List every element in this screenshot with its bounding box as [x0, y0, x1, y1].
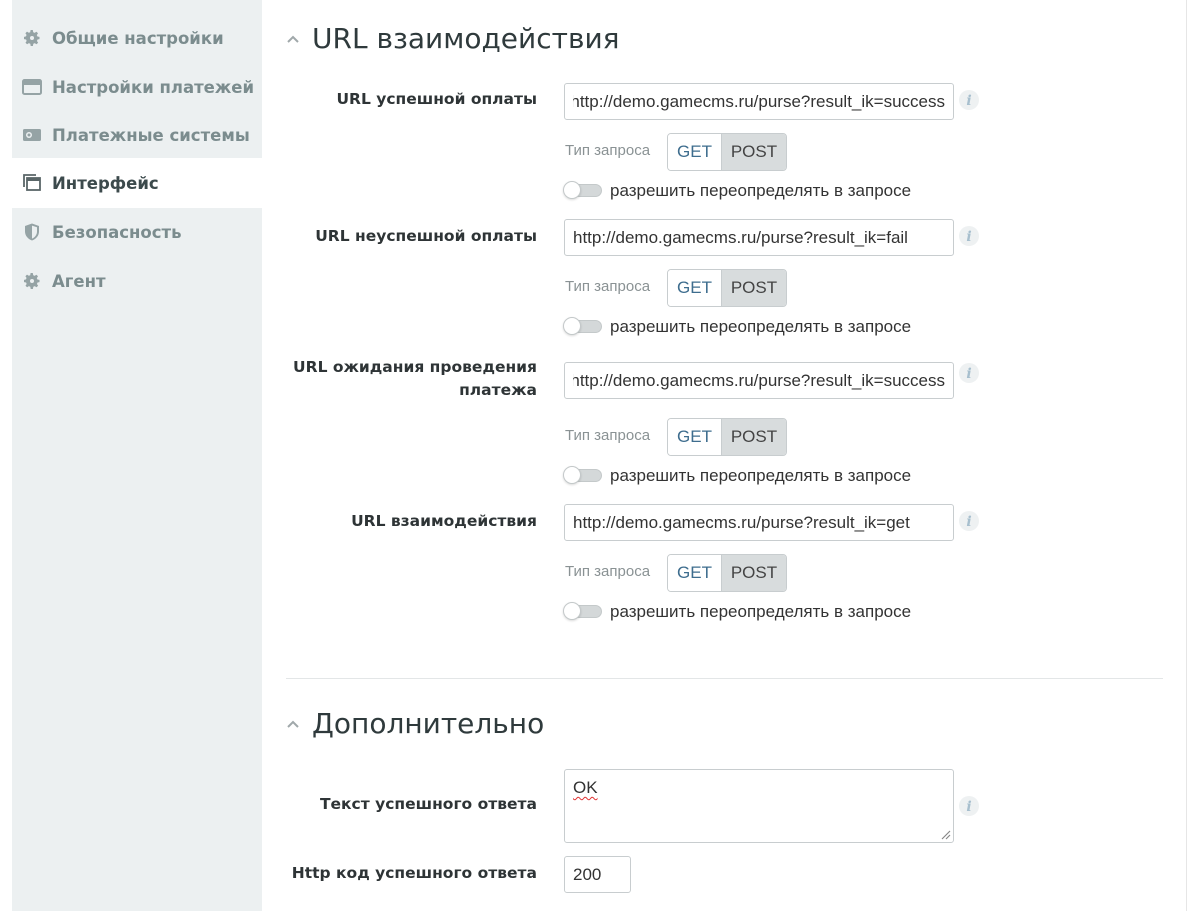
info-icon[interactable]: i: [958, 795, 980, 817]
override-toggle[interactable]: [563, 602, 603, 620]
success-url-input[interactable]: [564, 83, 954, 120]
get-button[interactable]: GET: [668, 134, 722, 170]
sidebar-item-payment-systems[interactable]: Платежные системы: [12, 110, 262, 160]
override-toggle-label: разрешить переопределять в запросе: [610, 466, 912, 485]
chevron-up-icon[interactable]: [286, 717, 300, 731]
section-title-text: URL взаимодействия: [312, 22, 620, 55]
request-type-toggle: GET POST: [667, 418, 787, 456]
gear-icon: [22, 28, 42, 48]
sidebar-item-label: Агент: [52, 271, 106, 291]
get-button[interactable]: GET: [668, 555, 722, 591]
sidebar-item-label: Общие настройки: [52, 28, 224, 48]
override-toggle-label: разрешить переопределять в запросе: [610, 317, 912, 336]
field-label-success-text: Текст успешного ответа: [319, 795, 537, 813]
chevron-up-icon[interactable]: [286, 32, 300, 46]
info-icon[interactable]: i: [958, 362, 980, 384]
request-type-label: Тип запроса: [565, 427, 651, 444]
section-title-interaction[interactable]: URL взаимодействия: [286, 22, 619, 55]
get-button[interactable]: GET: [668, 270, 722, 306]
copy-window-icon: [22, 173, 42, 193]
request-type-label: Тип запроса: [565, 142, 651, 159]
pending-url-input[interactable]: [564, 362, 954, 399]
section-title-additional[interactable]: Дополнительно: [286, 707, 544, 740]
field-label-line: URL ожидания проведения: [293, 358, 537, 376]
sidebar-item-payment-settings[interactable]: Настройки платежей: [12, 62, 262, 112]
sidebar-item-label: Настройки платежей: [52, 77, 255, 97]
window-icon: [22, 77, 42, 97]
request-type-label: Тип запроса: [565, 563, 651, 580]
sidebar-item-interface[interactable]: Интерфейс: [12, 158, 262, 208]
svg-text:i: i: [966, 93, 971, 109]
post-button[interactable]: POST: [722, 419, 786, 455]
info-icon[interactable]: i: [958, 89, 980, 111]
field-label-line: платежа: [459, 381, 537, 399]
sidebar-item-security[interactable]: Безопасность: [12, 207, 262, 257]
section-divider: [286, 678, 1163, 679]
gear-icon: [22, 271, 42, 291]
field-label-interaction-url: URL взаимодействия: [351, 512, 537, 530]
svg-text:i: i: [966, 366, 971, 382]
field-label-fail-url: URL неуспешной оплаты: [315, 227, 537, 245]
field-label-pending-url: URL ожидания проведения платежа: [293, 356, 537, 402]
post-button[interactable]: POST: [722, 555, 786, 591]
success-text-textarea[interactable]: OK: [564, 769, 954, 843]
sidebar-item-general-settings[interactable]: Общие настройки: [12, 13, 262, 63]
card-icon: [22, 125, 42, 145]
post-button[interactable]: POST: [722, 134, 786, 170]
svg-text:i: i: [966, 799, 971, 815]
override-toggle[interactable]: [563, 466, 603, 484]
shield-icon: [22, 222, 42, 242]
request-type-toggle: GET POST: [667, 269, 787, 307]
get-button[interactable]: GET: [668, 419, 722, 455]
resize-handle-icon[interactable]: [939, 828, 951, 840]
request-type-toggle: GET POST: [667, 133, 787, 171]
info-icon[interactable]: i: [958, 225, 980, 247]
sidebar-item-label: Интерфейс: [52, 173, 159, 193]
sidebar: Общие настройки Настройки платежей Плате…: [12, 0, 262, 911]
sidebar-item-agent[interactable]: Агент: [12, 256, 262, 306]
right-border: [1186, 0, 1187, 911]
override-toggle[interactable]: [563, 181, 603, 199]
sidebar-item-label: Безопасность: [52, 222, 182, 242]
post-button[interactable]: POST: [722, 270, 786, 306]
sidebar-item-label: Платежные системы: [52, 125, 250, 145]
interaction-url-input[interactable]: [564, 504, 954, 541]
fail-url-input[interactable]: [564, 219, 954, 256]
http-code-input[interactable]: [564, 856, 631, 893]
override-toggle[interactable]: [563, 317, 603, 335]
info-icon[interactable]: i: [958, 510, 980, 532]
override-toggle-label: разрешить переопределять в запросе: [610, 181, 912, 200]
override-toggle-label: разрешить переопределять в запросе: [610, 602, 912, 621]
svg-text:i: i: [966, 229, 971, 245]
field-label-http-code: Http код успешного ответа: [291, 864, 537, 882]
success-text-value: OK: [573, 778, 598, 797]
request-type-label: Тип запроса: [565, 278, 651, 295]
section-title-text: Дополнительно: [312, 707, 545, 740]
request-type-toggle: GET POST: [667, 554, 787, 592]
field-label-success-url: URL успешной оплаты: [336, 90, 537, 108]
svg-text:i: i: [966, 514, 971, 530]
